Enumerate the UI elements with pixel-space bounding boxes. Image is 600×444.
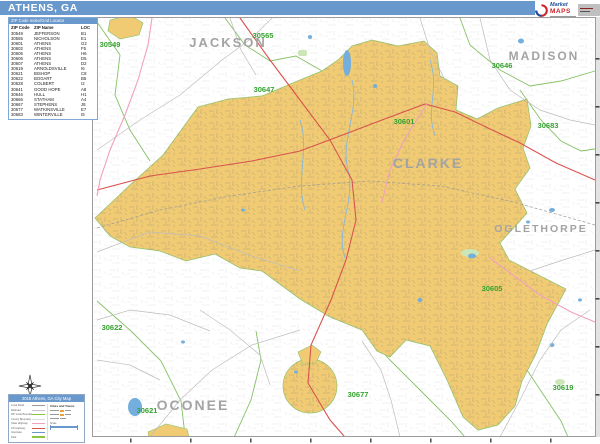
zip-label-30605: 30605 [482, 284, 503, 293]
zip-label-30565: 30565 [253, 31, 274, 40]
zip-code-cell: 30683 [11, 111, 23, 117]
legend-item-label: Local Road [11, 404, 25, 408]
legend-item-sample [32, 427, 45, 429]
zip-label-30622: 30622 [102, 323, 123, 332]
legend-item-label: State Highway [11, 422, 28, 426]
legend-item-sample [32, 423, 45, 425]
legend-item-label: Interstate [11, 431, 22, 435]
legend-item-label: US Highway [11, 426, 26, 430]
zip-label-30619: 30619 [553, 383, 574, 392]
county-label-oconee: OCONEE [157, 397, 230, 413]
legend-item-sample [32, 405, 45, 407]
zip-label-30683: 30683 [538, 121, 559, 130]
table-row: 30683 WINTERVILLE I5 [11, 112, 95, 117]
legend-symbol-list: Local Road Railroad ZIP Code Boundary Co… [11, 404, 47, 440]
zip-label-30621: 30621 [137, 406, 158, 415]
county-label-madison: MADISON [509, 49, 580, 63]
legend-cities-header: Cities and Towns [49, 403, 75, 408]
grid-loc-cell: I5 [81, 111, 85, 117]
county-label-oglethorpe: OGLETHORPE [494, 223, 588, 235]
zip-table-body: 30549 JEFFERSON B1 30565 NICHOLSON E1 30… [11, 31, 95, 117]
zip-label-30677: 30677 [348, 390, 369, 399]
legend-item-sample [32, 418, 45, 420]
legend-item-sample [32, 436, 45, 439]
map-legend: 2016 Athens, GA City Map Local Road Rail… [8, 394, 85, 443]
zip-label-30549: 30549 [100, 40, 121, 49]
legend-item-sample [32, 432, 45, 434]
zip-table: ZIP Code ZIP Name LOC 30549 JEFFERSON B1… [9, 24, 97, 119]
legend-item-label: Railroad [11, 408, 21, 412]
legend-city-row [49, 417, 82, 421]
legend-scale-bar [49, 424, 78, 430]
zip-label-30646: 30646 [492, 61, 513, 70]
legend-item: Park [11, 435, 47, 440]
legend-item-label: Park [11, 435, 17, 439]
zip-name-cell: WINTERVILLE [34, 111, 63, 117]
legend-item-label: ZIP Code Boundary [11, 413, 32, 417]
legend-title: 2016 Athens, GA City Map [9, 395, 84, 402]
county-label-clarke: CLARKE [393, 155, 463, 171]
zip-label-30647: 30647 [254, 85, 275, 94]
legend-item-label: County Boundary [11, 417, 32, 421]
legend-item-sample [32, 409, 45, 411]
legend-cities-column: Cities and Towns Scale [46, 403, 82, 440]
zip-index-panel: ZIP Code Index/Grid Locator ZIP Code ZIP… [8, 17, 98, 120]
legend-item-sample [32, 414, 45, 416]
zip-label-30601: 30601 [394, 117, 415, 126]
map-page: ATHENS, GA Market MAPS ZIP Code Index/Gr… [0, 0, 600, 444]
